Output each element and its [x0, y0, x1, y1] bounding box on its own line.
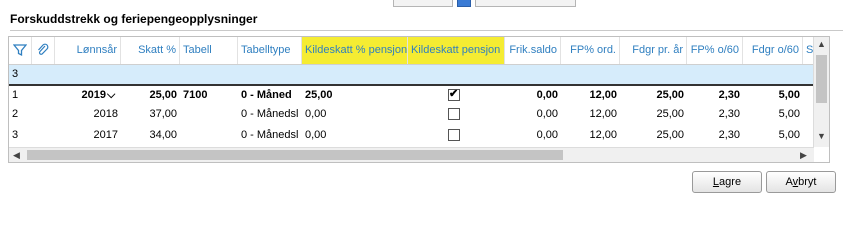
col-header-skatt[interactable]: Skatt % [121, 37, 180, 64]
cell-fp-o60[interactable]: 2,30 [687, 105, 743, 124]
cell-frik-saldo[interactable]: 0,00 [505, 105, 561, 124]
table-row[interactable]: 3 2017 34,00 0 - Månedsl 0,00 0,00 12,00… [9, 126, 814, 145]
cell-fp-o60[interactable]: 2,30 [687, 86, 743, 105]
cell-tabelltype[interactable]: 0 - Måned [238, 86, 302, 105]
cell-frik-saldo[interactable]: 0,00 [505, 86, 561, 105]
filter-icon[interactable] [9, 37, 32, 64]
cell-tabell[interactable] [180, 105, 238, 124]
cell-fdgr-o60[interactable]: 5,00 [743, 126, 803, 145]
cell-fdgr-o60[interactable]: 5,00 [743, 105, 803, 124]
grid-header: Lønnsår Skatt % Tabell Tabelltype Kildes… [9, 37, 814, 65]
table-row[interactable]: 1 2019 ⌵ 25,00 7100 0 - Måned 25,00 0,00… [9, 84, 814, 105]
cell-fp-ord[interactable]: 12,00 [561, 126, 620, 145]
vertical-scrollbar[interactable]: ▲ ▼ [813, 37, 829, 147]
cell-lonnsar[interactable]: 2019 [55, 86, 109, 105]
horizontal-scroll-thumb[interactable] [27, 150, 563, 160]
scroll-right-icon[interactable]: ▶ [800, 148, 807, 162]
col-header-tabell[interactable]: Tabell [180, 37, 238, 64]
kildeskatt-checkbox[interactable] [448, 87, 460, 101]
cell-fdgr-o60[interactable]: 5,00 [743, 86, 803, 105]
kildeskatt-checkbox[interactable] [448, 108, 460, 120]
cancel-label-end: bryt [798, 176, 817, 188]
cell-kildeskatt-pct[interactable]: 0,00 [302, 126, 408, 145]
col-header-kildeskatt-pct[interactable]: Kildeskatt % pensjon [302, 37, 408, 64]
cell-tabelltype[interactable]: 0 - Månedsl [238, 105, 302, 124]
section-title: Forskuddstrekk og feriepengeopplysninger [10, 12, 258, 26]
top-toolbar-toggle[interactable] [457, 0, 471, 7]
cell-tabell[interactable] [180, 126, 238, 145]
kildeskatt-checkbox[interactable] [448, 129, 460, 141]
cancel-label-start: A [785, 176, 793, 188]
col-header-lonnsar[interactable]: Lønnsår [55, 37, 121, 64]
cell-skatt[interactable]: 25,00 [121, 86, 180, 105]
col-header-frik-saldo[interactable]: Frik.saldo [505, 37, 561, 64]
cell-fdgr-ar[interactable]: 25,00 [620, 126, 687, 145]
cell-kildeskatt-pct[interactable]: 0,00 [302, 105, 408, 124]
top-toolbar-field-2[interactable] [475, 0, 576, 7]
col-header-fp-ord[interactable]: FP% ord. [561, 37, 620, 64]
cell-kildeskatt-pct[interactable]: 25,00 [302, 86, 408, 105]
cell-fdgr-ar[interactable]: 25,00 [620, 105, 687, 124]
save-button[interactable]: Lagre [692, 171, 762, 193]
data-grid: Lønnsår Skatt % Tabell Tabelltype Kildes… [8, 36, 830, 163]
col-header-fdgr-o60[interactable]: Fdgr o/60 [743, 37, 803, 64]
scroll-up-icon[interactable]: ▲ [814, 39, 829, 49]
scroll-down-icon[interactable]: ▼ [814, 131, 829, 141]
top-toolbar-field[interactable] [393, 0, 453, 7]
cell-fdgr-ar[interactable]: 25,00 [620, 86, 687, 105]
row-number: 3 [12, 129, 19, 141]
col-header-fdgr-ar[interactable]: Fdgr pr. år [620, 37, 687, 64]
cell-skatt[interactable]: 34,00 [121, 126, 180, 145]
cell-fp-ord[interactable]: 12,00 [561, 105, 620, 124]
cell-frik-saldo[interactable]: 0,00 [505, 126, 561, 145]
table-row-new[interactable]: 3 [9, 65, 814, 84]
horizontal-scrollbar[interactable]: ◀ ▶ [9, 147, 814, 162]
cell-tabell[interactable]: 7100 [180, 86, 238, 105]
chevron-down-icon[interactable]: ⌵ [107, 86, 121, 105]
vertical-scroll-thumb[interactable] [816, 55, 827, 103]
section-divider [10, 30, 843, 31]
save-label: agre [719, 176, 742, 188]
row-number: 2 [12, 108, 19, 120]
cell-fp-o60[interactable]: 2,30 [687, 126, 743, 145]
cell-lonnsar[interactable]: 2017 [55, 126, 121, 145]
row-number: 3 [12, 68, 19, 80]
col-header-fp-o60[interactable]: FP% o/60 [687, 37, 743, 64]
cancel-button[interactable]: Avbryt [766, 171, 836, 193]
col-header-tabelltype[interactable]: Tabelltype [238, 37, 302, 64]
scroll-left-icon[interactable]: ◀ [13, 148, 20, 162]
cell-skatt[interactable]: 37,00 [121, 105, 180, 124]
cell-lonnsar[interactable]: 2018 [55, 105, 121, 124]
table-row[interactable]: 2 2018 37,00 0 - Månedsl 0,00 0,00 12,00… [9, 105, 814, 124]
row-number: 1 [12, 89, 19, 101]
col-header-kildeskatt[interactable]: Kildeskatt pensjon [408, 37, 505, 64]
paperclip-icon[interactable] [32, 37, 55, 64]
cell-fp-ord[interactable]: 12,00 [561, 86, 620, 105]
cell-tabelltype[interactable]: 0 - Månedsl [238, 126, 302, 145]
